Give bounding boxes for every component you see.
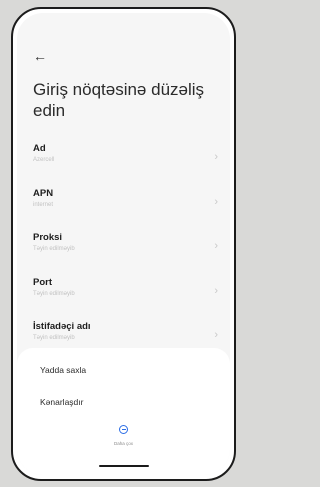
field-value: Təyin edilməyib [33, 290, 75, 297]
field-value: internet [33, 201, 54, 208]
more-label: Daha çox [113, 441, 133, 446]
field-label: İstifadəçi adı [33, 321, 91, 332]
discard-button[interactable]: Kənarlaşdır [40, 397, 83, 407]
field-port[interactable]: Port Təyin edilməyib › [17, 273, 230, 318]
field-label: APN [33, 187, 54, 199]
field-name[interactable]: Ad Azercell › [17, 139, 230, 184]
field-apn[interactable]: APN internet › [17, 184, 230, 229]
home-indicator[interactable] [98, 464, 149, 467]
field-list: Ad Azercell › APN internet › Proksi Təyi… [17, 139, 230, 362]
settings-screen: ← Giriş nöqtəsinə düzəliş edin Ad Azerce… [17, 13, 230, 475]
field-label: Proksi [33, 232, 63, 243]
field-proxy[interactable]: Proksi Təyin edilməyib › [17, 228, 230, 273]
chevron-right-icon: › [214, 151, 218, 163]
chevron-right-icon: › [214, 329, 218, 341]
more-button[interactable]: Daha çox [17, 421, 230, 446]
phone-frame: ← Giriş nöqtəsinə düzəliş edin Ad Azerce… [11, 7, 236, 481]
chevron-right-icon: › [214, 195, 218, 208]
back-arrow-icon[interactable]: ← [33, 49, 47, 63]
field-value: Təyin edilməyib [33, 335, 75, 341]
chevron-right-icon: › [214, 240, 218, 252]
field-label: Port [33, 276, 52, 288]
save-button[interactable]: Yadda saxla [40, 365, 86, 375]
chevron-right-icon: › [214, 284, 218, 297]
field-value: Azercell [33, 157, 55, 163]
page-title: Giriş nöqtəsinə düzəliş edin [33, 80, 205, 120]
field-value: Təyin edilməyib [33, 246, 75, 252]
field-label: Ad [33, 143, 46, 154]
minus-circle-icon [119, 425, 128, 434]
bottom-sheet: Yadda saxla Kənarlaşdır Daha çox [17, 348, 230, 475]
